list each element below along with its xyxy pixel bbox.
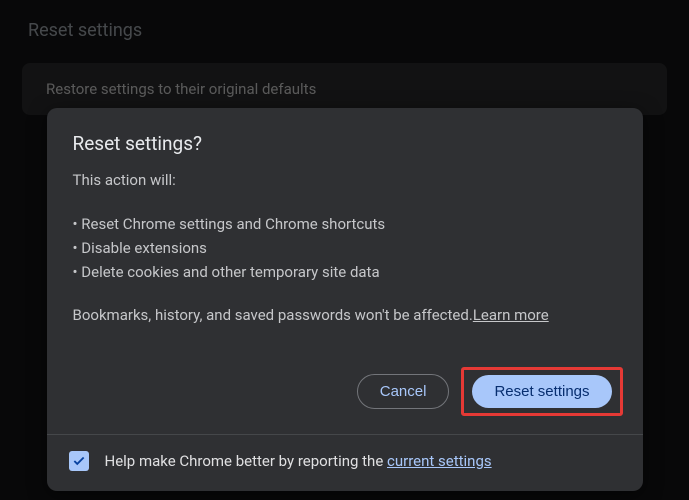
current-settings-link[interactable]: current settings (387, 452, 492, 470)
highlight-annotation: Reset settings (461, 367, 622, 416)
cancel-button[interactable]: Cancel (357, 374, 450, 409)
footer-text: Help make Chrome better by reporting the… (105, 452, 492, 470)
dialog-title: Reset settings? (73, 132, 617, 155)
reset-settings-dialog: Reset settings? This action will: • Rese… (47, 108, 643, 491)
bullet-item: • Delete cookies and other temporary sit… (73, 260, 617, 284)
dialog-footer: Help make Chrome better by reporting the… (47, 434, 643, 491)
bullet-item: • Reset Chrome settings and Chrome short… (73, 212, 617, 236)
bullet-item: • Disable extensions (73, 236, 617, 260)
note-text: Bookmarks, history, and saved passwords … (73, 306, 473, 324)
footer-prefix: Help make Chrome better by reporting the (105, 452, 388, 470)
dialog-actions: Cancel Reset settings (47, 347, 643, 434)
learn-more-link[interactable]: Learn more (473, 306, 549, 324)
modal-overlay: Reset settings? This action will: • Rese… (0, 0, 689, 500)
check-icon (72, 454, 86, 468)
reset-settings-button[interactable]: Reset settings (472, 375, 611, 408)
dialog-lead: This action will: (73, 169, 617, 192)
dialog-note: Bookmarks, history, and saved passwords … (73, 304, 617, 327)
report-settings-checkbox[interactable] (69, 451, 89, 471)
dialog-bullets: • Reset Chrome settings and Chrome short… (73, 212, 617, 284)
